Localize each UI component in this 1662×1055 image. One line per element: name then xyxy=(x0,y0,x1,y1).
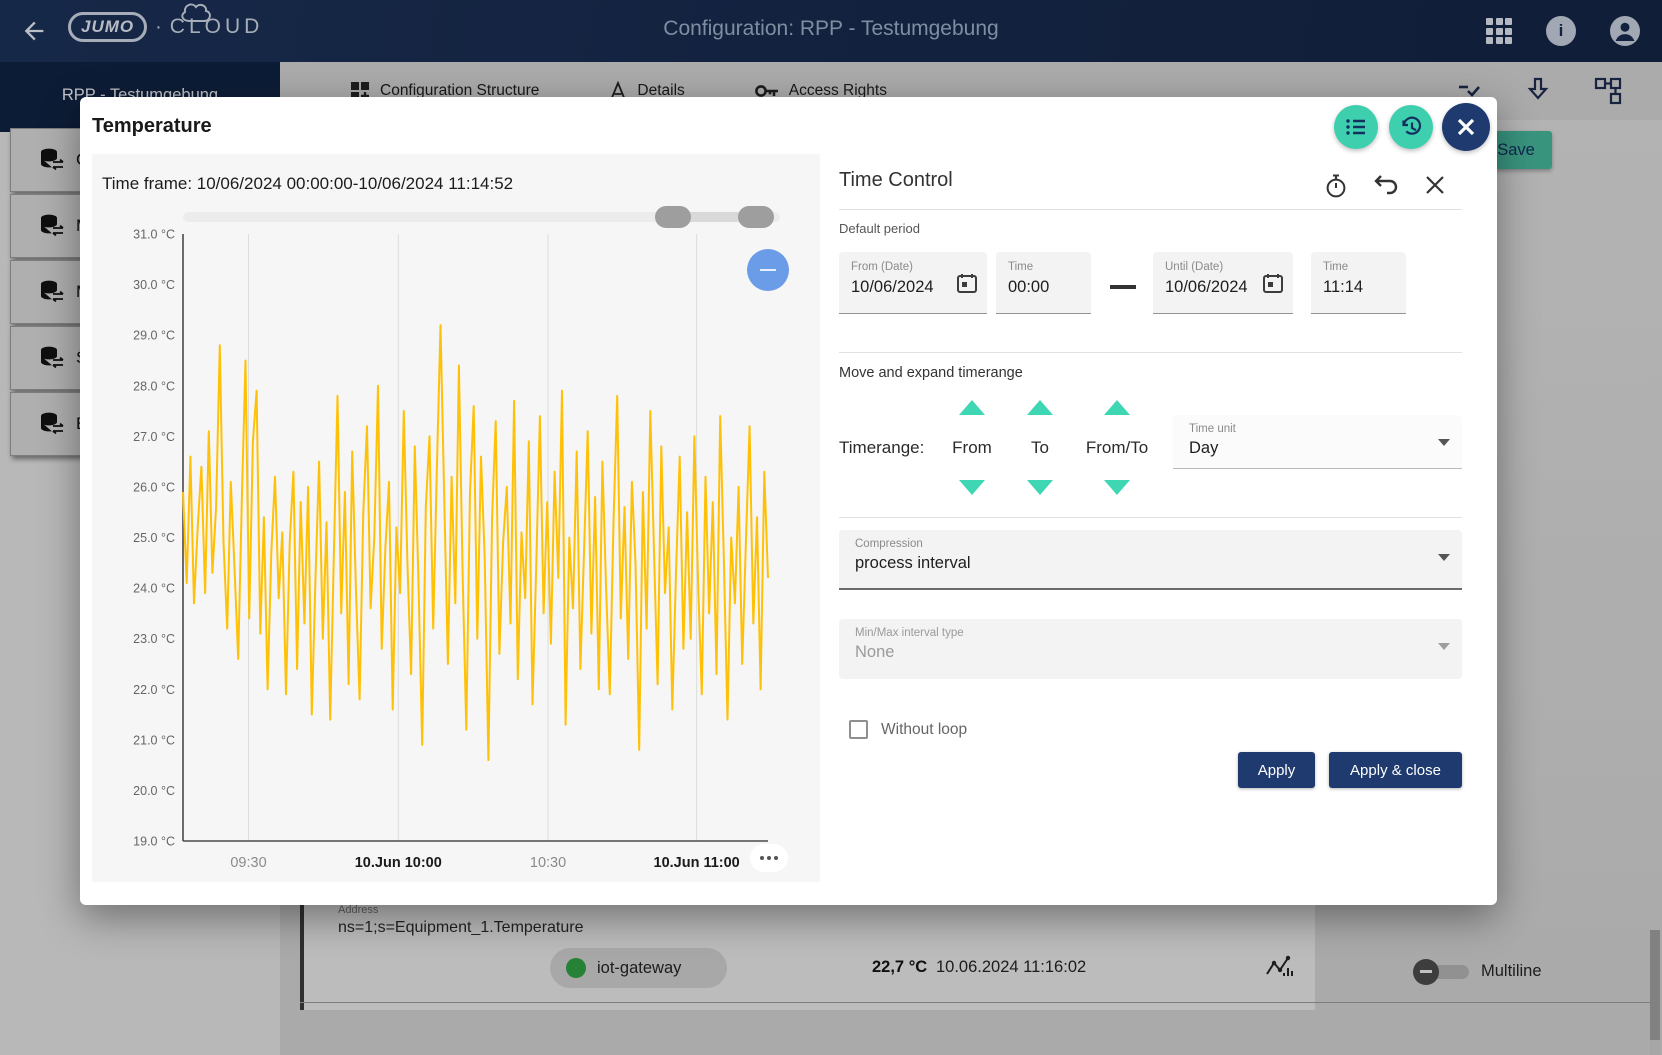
timeframe-label: Time frame: 10/06/2024 00:00:00-10/06/20… xyxy=(102,174,513,194)
field-label: Time xyxy=(1008,261,1083,273)
timerange-option-fromto: From/To xyxy=(1077,438,1157,458)
select-label: Compression xyxy=(855,538,1432,550)
chart-panel: Time frame: 10/06/2024 00:00:00-10/06/20… xyxy=(92,154,820,882)
dialog-close-button[interactable] xyxy=(1442,103,1490,151)
time-unit-select[interactable]: Time unit Day xyxy=(1173,415,1462,469)
divider xyxy=(839,352,1462,353)
y-tick-label: 28.0 °C xyxy=(133,379,175,393)
undo-icon[interactable] xyxy=(1372,173,1398,199)
y-tick-label: 21.0 °C xyxy=(133,733,175,747)
from-date-field[interactable]: From (Date) 10/06/2024 xyxy=(839,252,987,314)
calendar-icon[interactable] xyxy=(956,272,978,294)
select-value: Day xyxy=(1189,439,1432,458)
range-dash xyxy=(1110,285,1136,289)
divider xyxy=(839,517,1462,518)
timerange-from-down-arrow[interactable] xyxy=(959,480,985,495)
move-expand-label: Move and expand timerange xyxy=(839,365,1023,381)
x-tick-label: 09:30 xyxy=(230,855,266,871)
y-tick-label: 20.0 °C xyxy=(133,784,175,798)
from-time-field[interactable]: Time 00:00 xyxy=(996,252,1091,314)
select-value: process interval xyxy=(855,554,1432,573)
temperature-line-chart: 31.0 °C 30.0 °C 29.0 °C 28.0 °C 27.0 °C 26.0 … xyxy=(105,224,805,884)
chevron-down-icon xyxy=(1438,554,1450,561)
temperature-series-line xyxy=(183,325,768,760)
timerange-fromto-up-arrow[interactable] xyxy=(1104,400,1130,415)
timerange-option-to: To xyxy=(1010,438,1070,458)
without-loop-checkbox[interactable] xyxy=(849,720,868,739)
y-tick-label: 24.0 °C xyxy=(133,582,175,596)
x-tick-label: 10:30 xyxy=(530,855,566,871)
dialog-title: Temperature xyxy=(92,115,212,138)
y-tick-label: 22.0 °C xyxy=(133,683,175,697)
timerange-fromto-down-arrow[interactable] xyxy=(1104,480,1130,495)
chart-menu-button[interactable] xyxy=(750,844,788,872)
history-button[interactable] xyxy=(1389,105,1433,149)
apply-button[interactable]: Apply xyxy=(1238,752,1315,788)
time-control-title: Time Control xyxy=(839,169,953,192)
field-label: Time xyxy=(1323,261,1398,273)
zoom-out-button[interactable] xyxy=(747,249,789,291)
calendar-icon[interactable] xyxy=(1262,272,1284,294)
y-tick-label: 27.0 °C xyxy=(133,430,175,444)
timerange-from-up-arrow[interactable] xyxy=(959,400,985,415)
y-tick-label: 30.0 °C xyxy=(133,278,175,292)
without-loop-label: Without loop xyxy=(881,721,967,739)
y-tick-label: 19.0 °C xyxy=(133,835,175,849)
time-control-close-icon[interactable] xyxy=(1423,173,1449,199)
divider xyxy=(839,209,1462,210)
chevron-down-icon xyxy=(1438,439,1450,446)
select-label: Time unit xyxy=(1189,423,1432,435)
until-time-field[interactable]: Time 11:14 xyxy=(1311,252,1406,314)
default-period-label: Default period xyxy=(839,221,920,236)
y-tick-label: 31.0 °C xyxy=(133,228,175,242)
y-tick-label: 25.0 °C xyxy=(133,531,175,545)
select-value: None xyxy=(855,643,1432,662)
timerange-to-down-arrow[interactable] xyxy=(1027,480,1053,495)
list-view-button[interactable] xyxy=(1334,105,1378,149)
y-tick-label: 29.0 °C xyxy=(133,329,175,343)
compression-select[interactable]: Compression process interval xyxy=(839,530,1462,590)
field-value: 11:14 xyxy=(1323,278,1398,297)
y-tick-label: 26.0 °C xyxy=(133,480,175,494)
apply-close-button[interactable]: Apply & close xyxy=(1329,752,1462,788)
field-value: 00:00 xyxy=(1008,278,1083,297)
minmax-interval-select[interactable]: Min/Max interval type None xyxy=(839,619,1462,679)
select-label: Min/Max interval type xyxy=(855,627,1432,639)
temperature-dialog: Temperature Time frame: 10/06/2024 00:00… xyxy=(80,97,1497,905)
until-date-field[interactable]: Until (Date) 10/06/2024 xyxy=(1153,252,1293,314)
x-tick-label: 10.Jun 11:00 xyxy=(654,855,740,871)
timerange-option-from: From xyxy=(942,438,1002,458)
x-tick-label: 10.Jun 10:00 xyxy=(355,855,442,871)
y-tick-label: 23.0 °C xyxy=(133,632,175,646)
timerange-to-up-arrow[interactable] xyxy=(1027,400,1053,415)
timerange-label: Timerange: xyxy=(839,438,924,458)
stopwatch-icon[interactable] xyxy=(1323,173,1349,199)
chevron-down-icon xyxy=(1438,643,1450,650)
